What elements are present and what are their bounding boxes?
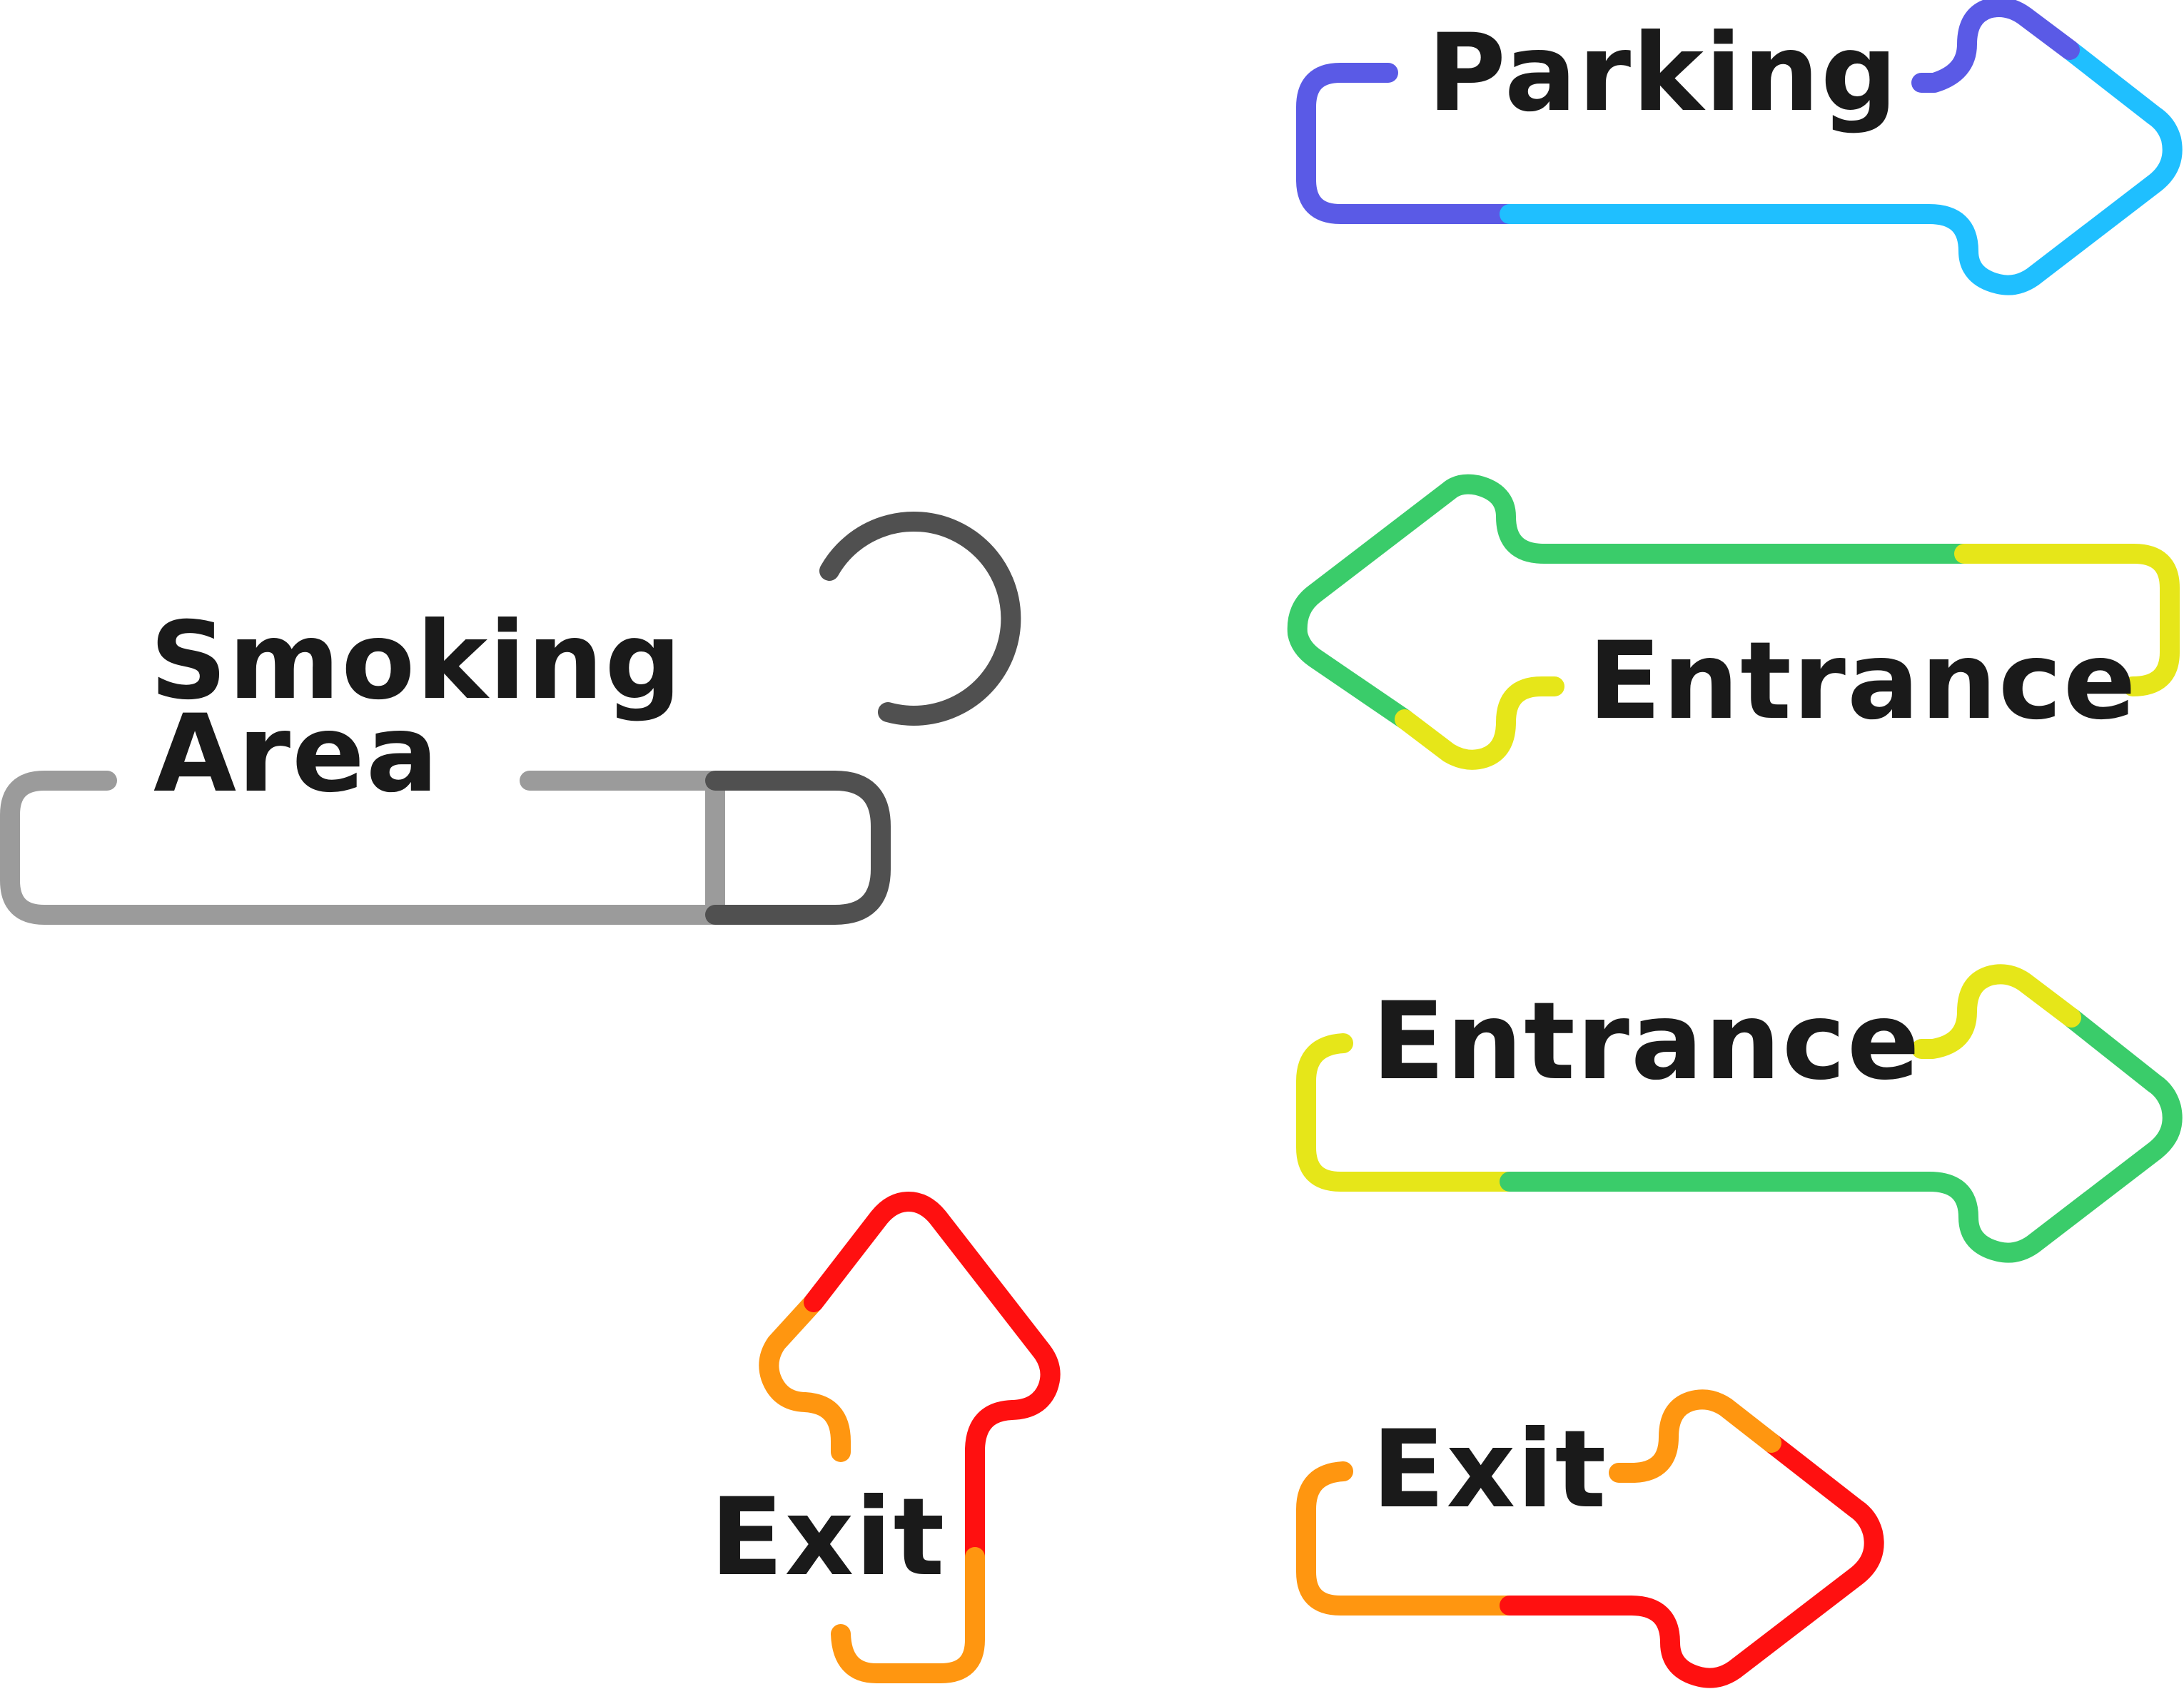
parking-outline-top [1911, 0, 2080, 93]
wayfinding-signs-canvas: Parking Entrance Entrance Exit Exit Smok… [0, 0, 2184, 1689]
entrance-right-outline-yellow-top [1911, 964, 2081, 1059]
exit-right-outline-orange-top [1609, 1389, 1781, 1483]
entrance-left-outline-yellow-bottom [1395, 676, 1564, 770]
parking-label: Parking [1427, 11, 1899, 136]
exit-up-label: Exit [710, 1476, 946, 1600]
entrance-left-label: Entrance [1588, 619, 2138, 744]
smoking-area-label: Smoking Area [150, 608, 683, 808]
cigarette-outline-dark [705, 771, 891, 925]
smoke-ring [819, 511, 1021, 726]
exit-up-outline-orange-left [759, 1292, 851, 1462]
sign-outlines [0, 0, 2183, 1688]
exit-right-label: Exit [1372, 1408, 1608, 1532]
entrance-right-label: Entrance [1372, 980, 1921, 1104]
exit-up-arrow-icon [759, 1192, 1061, 1683]
